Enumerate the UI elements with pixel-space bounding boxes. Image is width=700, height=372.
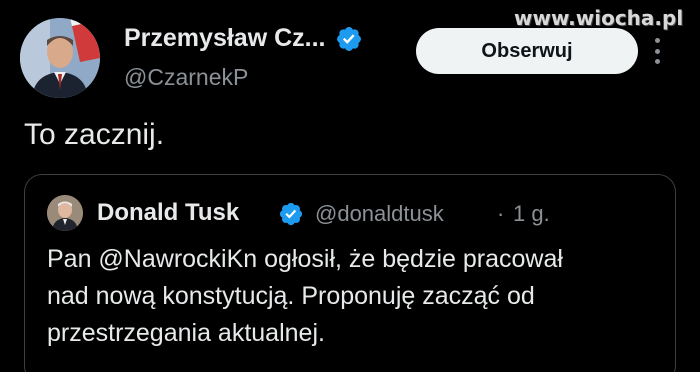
author-avatar[interactable] bbox=[20, 18, 100, 98]
verified-badge-icon bbox=[337, 26, 362, 51]
author-name[interactable]: Przemysław Cz... bbox=[124, 24, 325, 53]
author-name-row[interactable]: Przemysław Cz... bbox=[124, 24, 363, 53]
quoted-text-line: nad nową konstytucją. Proponuję zacząć o… bbox=[47, 282, 535, 310]
follow-button[interactable]: Obserwuj bbox=[416, 28, 638, 74]
tweet-text: To zacznij. bbox=[24, 118, 165, 151]
quoted-text-line: Pan @NawrockiKn ogłosił, że będzie praco… bbox=[47, 245, 563, 273]
more-options-icon[interactable] bbox=[654, 38, 660, 64]
meta-separator: · bbox=[497, 201, 505, 226]
tweet-view: www.wiocha.pl Przemysław Cz... @CzarnekP… bbox=[0, 0, 700, 372]
quoted-text-line: przestrzegania aktualnej. bbox=[47, 319, 325, 347]
quoted-author-name[interactable]: Donald Tusk bbox=[97, 199, 239, 227]
quoted-timestamp[interactable]: 1 g. bbox=[513, 201, 550, 227]
quoted-author-handle[interactable]: @donaldtusk bbox=[315, 201, 444, 227]
quoted-author-avatar[interactable] bbox=[47, 195, 83, 231]
watermark: www.wiocha.pl bbox=[514, 6, 684, 30]
quoted-tweet-text: Pan @NawrockiKn ogłosił, że będzie praco… bbox=[47, 241, 667, 352]
author-handle[interactable]: @CzarnekP bbox=[124, 64, 248, 91]
verified-badge-icon bbox=[279, 202, 303, 226]
quoted-tweet[interactable]: Donald Tusk @donaldtusk · 1 g. Pan @Nawr… bbox=[24, 174, 676, 372]
